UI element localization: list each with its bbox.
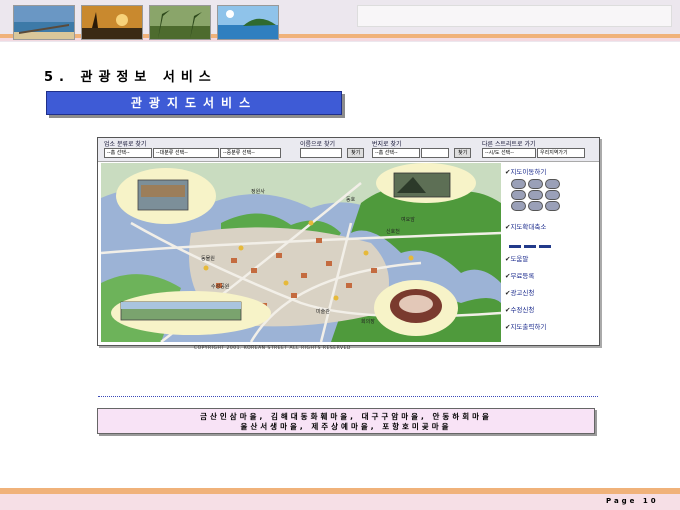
header-photo-island [217, 5, 279, 40]
address-home-select[interactable]: --홈 선택-- [372, 148, 420, 158]
major-category-select[interactable]: --대분류 선택-- [153, 148, 219, 158]
sidebar-link-edit-request[interactable]: ✔수정신청 [505, 304, 534, 314]
sidebar-link-free-register[interactable]: ✔무료등록 [505, 270, 534, 280]
name-search-title: 이름으로 찾기 [300, 141, 336, 148]
nav-northwest-button[interactable] [511, 179, 526, 189]
nav-center-button[interactable] [528, 190, 543, 200]
map-move-label: ✔지도이동하기 [505, 168, 547, 176]
other-street-title: 다른 스트리트로 가기 [482, 141, 536, 148]
name-search-input[interactable] [300, 148, 342, 158]
footer-band [0, 494, 680, 510]
map-place-label: 회의장 [361, 318, 375, 325]
nav-east-button[interactable] [545, 190, 560, 200]
map-place-label: 미술관 [316, 308, 330, 315]
nav-southeast-button[interactable] [545, 201, 560, 211]
dotted-divider [98, 396, 598, 397]
category-search-title: 업소 분류로 찾기 [104, 141, 147, 148]
map-place-label: 동호 [346, 197, 356, 203]
village-list-line-1: 금산인삼마을, 김해대동화훼마을, 대구구암마을, 안동하회마을 [200, 412, 492, 421]
section-title: 5. 관광정보 서비스 [44, 70, 217, 85]
my-region-select[interactable]: 우리지역가기 [537, 148, 585, 158]
sidebar-link-help[interactable]: ✔도움말 [505, 253, 528, 263]
address-input[interactable] [421, 148, 449, 158]
village-list-box: 금산인삼마을, 김해대동화훼마을, 대구구암마을, 안동하회마을 울산서생마을,… [97, 408, 595, 434]
page-number: Page 10 [606, 497, 659, 505]
header-photo-sunset [81, 5, 143, 40]
name-search-button[interactable]: 찾기 [347, 148, 365, 158]
map-place-label: 정원사 [251, 188, 265, 195]
nav-northeast-button[interactable] [545, 179, 560, 189]
subtitle-banner: 관광지도서비스 [46, 91, 342, 115]
minor-category-select[interactable]: --중분류 선택-- [220, 148, 281, 158]
map-place-label: 신호천 [386, 228, 400, 235]
zoom-level-bars[interactable] [509, 233, 559, 248]
header-blank-box [357, 5, 672, 27]
nav-south-button[interactable] [528, 201, 543, 211]
province-select[interactable]: --시/도 선택-- [482, 148, 536, 158]
map-sidebar: ✔지도이동하기 ✔지도확대축소 ✔도움말 ✔무료등록 ✔광고신청 ✔수정신청 ✔… [503, 163, 597, 342]
address-search-button[interactable]: 찾기 [454, 148, 472, 158]
nav-west-button[interactable] [511, 190, 526, 200]
map-direction-pad [511, 179, 560, 211]
map-place-label: 수성공원 [211, 283, 230, 290]
map-screenshot: 업소 분류로 찾기 --홈 선택-- --대분류 선택-- --중분류 선택-- 이… [97, 137, 600, 351]
sidebar-link-ad-request[interactable]: ✔광고신청 [505, 287, 534, 297]
header-photo-beach [13, 5, 75, 40]
map-copyright: COPYRIGHT 2001. KOREAN STREET ALL RIGHTS… [194, 346, 351, 351]
home-select[interactable]: --홈 선택-- [104, 148, 152, 158]
nav-north-button[interactable] [528, 179, 543, 189]
tourist-map-illustration[interactable]: 정원사 동호 여요암 신호천 동물원 수성공원 미술관 회의장 [101, 163, 501, 342]
header-photo-palms [149, 5, 211, 40]
nav-southwest-button[interactable] [511, 201, 526, 211]
village-list-line-2: 울산서생마을, 제주상예마을, 포항호미곶마을 [240, 422, 452, 431]
map-toolbar: 업소 분류로 찾기 --홈 선택-- --대분류 선택-- --중분류 선택-- 이… [98, 138, 599, 162]
address-search-title: 번지로 찾기 [372, 141, 402, 148]
map-zoom-label: ✔지도확대축소 [505, 223, 547, 231]
sidebar-link-print-map[interactable]: ✔지도출력하기 [505, 321, 546, 331]
map-place-label: 동물원 [201, 255, 215, 262]
map-place-label: 여요암 [401, 216, 415, 223]
